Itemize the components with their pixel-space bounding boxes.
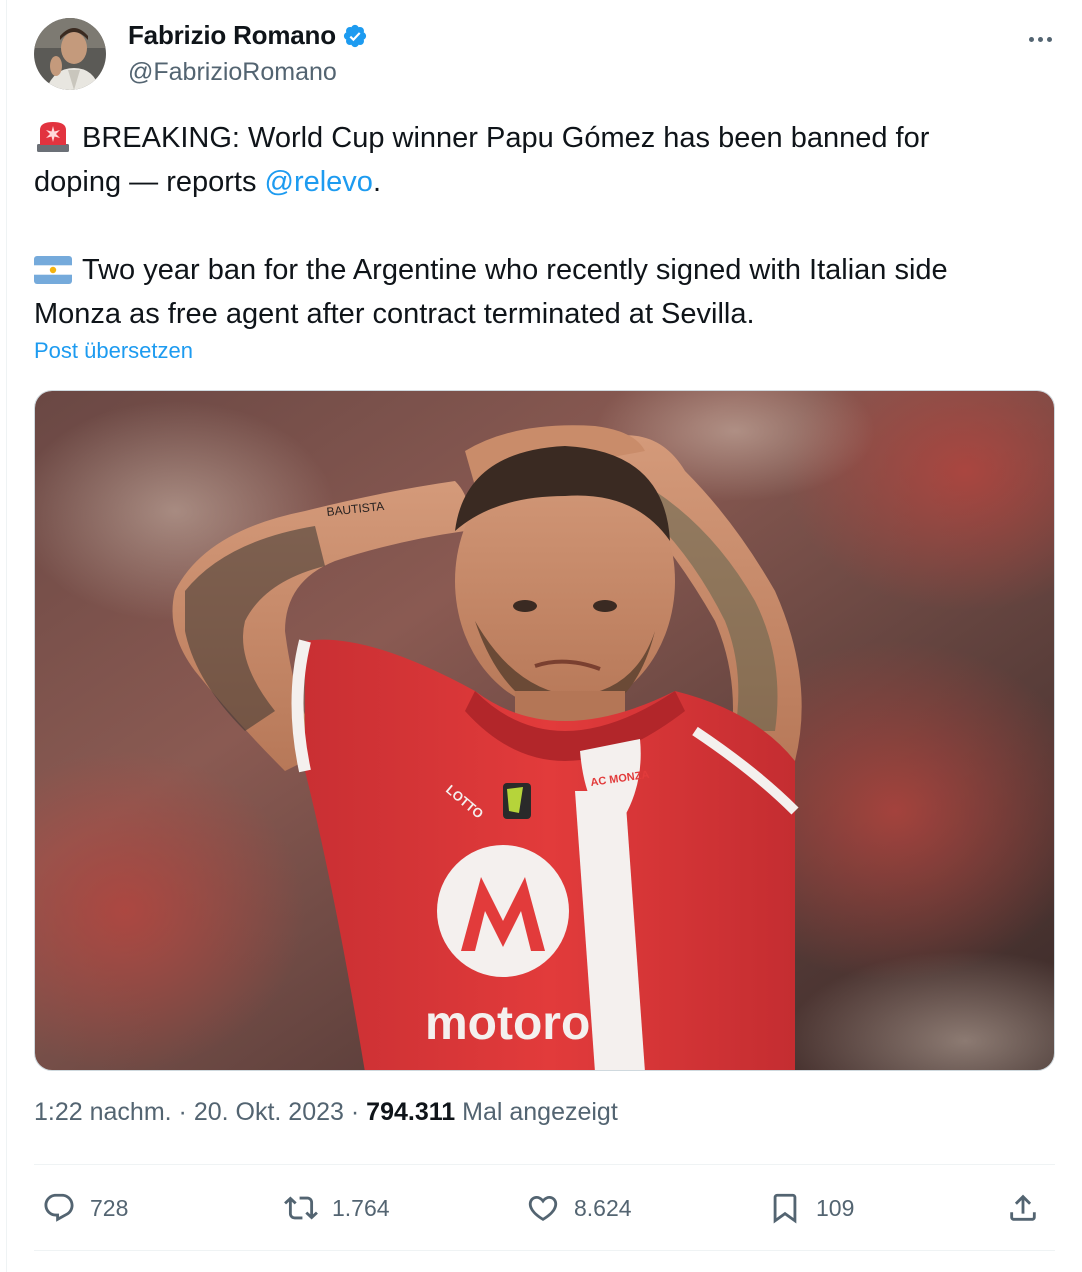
author-display-name[interactable]: Fabrizio Romano (128, 20, 336, 51)
tweet-text: BREAKING: World Cup winner Papu Gómez ha… (34, 116, 1044, 336)
argentina-flag-icon (34, 256, 72, 284)
verified-badge-icon (343, 24, 367, 47)
like-count: 8.624 (574, 1194, 632, 1221)
more-options-icon[interactable] (1020, 24, 1060, 54)
like-button[interactable]: 8.624 (526, 1176, 632, 1240)
mention-link[interactable]: @relevo (265, 166, 373, 198)
meta-separator: · (178, 1098, 194, 1126)
tweet-photo[interactable]: BAUTISTA motorola AC MONZA LOTTO (34, 390, 1055, 1071)
views-label: Mal angezeigt (462, 1098, 618, 1126)
timeline-border (6, 0, 7, 1272)
tweet-line-2-suffix: . (372, 166, 382, 198)
author-handle[interactable]: @FabrizioRomano (128, 58, 337, 87)
share-icon (1010, 1194, 1036, 1221)
tweet-line-1: BREAKING: World Cup winner Papu Gómez ha… (34, 116, 1044, 160)
divider (34, 1164, 1055, 1165)
tweet-meta: 1:22 nachm. · 20. Okt. 2023 · 794.311 Ma… (34, 1098, 618, 1127)
tweet-line-2: doping — reports @relevo. (34, 160, 1044, 204)
tweet-line-3-text: Two year ban for the Argentine who recen… (82, 254, 948, 286)
reply-button[interactable]: 728 (42, 1176, 128, 1240)
bookmark-button[interactable]: 109 (768, 1176, 854, 1240)
bookmark-count: 109 (816, 1194, 855, 1221)
repost-button[interactable]: 1.764 (284, 1176, 390, 1240)
divider (34, 1250, 1055, 1251)
action-bar: 728 1.764 8.624 109 (34, 1176, 1055, 1240)
heart-icon (528, 1195, 558, 1221)
reply-count: 728 (90, 1194, 129, 1221)
reply-icon (44, 1193, 74, 1222)
translate-post-link[interactable]: Post übersetzen (34, 338, 193, 364)
tweet-line-3: Two year ban for the Argentine who recen… (34, 248, 1044, 292)
shirt-sponsor-text: motorola (425, 997, 631, 1050)
tweet-line-2-text: doping — reports (34, 166, 265, 198)
views-count: 794.311 (366, 1098, 456, 1126)
tweet-time[interactable]: 1:22 nachm. (34, 1098, 172, 1126)
tweet-date[interactable]: 20. Okt. 2023 (194, 1098, 344, 1126)
tweet-line-1-text: BREAKING: World Cup winner Papu Gómez ha… (82, 122, 930, 154)
repost-count: 1.764 (332, 1194, 390, 1221)
bookmark-icon (773, 1193, 797, 1224)
meta-separator: · (350, 1098, 367, 1126)
tweet-line-4: Monza as free agent after contract termi… (34, 298, 755, 330)
rotating-light-emoji-icon (37, 122, 69, 152)
share-button[interactable] (1006, 1176, 1040, 1240)
repost-icon (284, 1196, 318, 1220)
author-avatar[interactable] (34, 18, 106, 90)
